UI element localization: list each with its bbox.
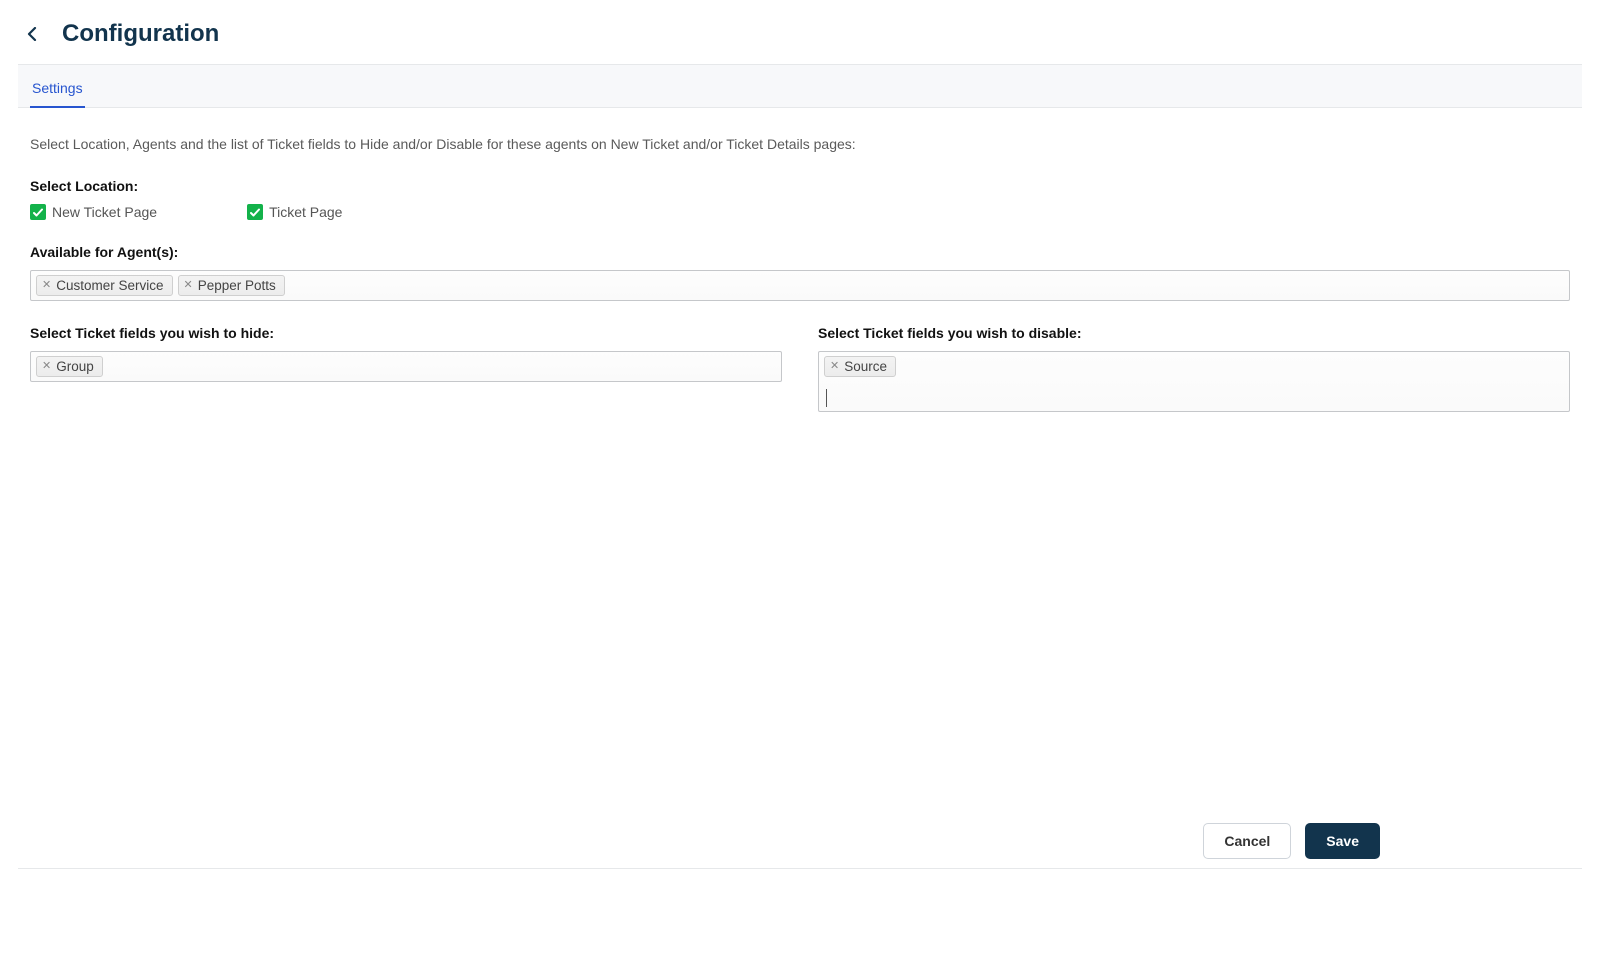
page-title: Configuration — [62, 20, 219, 48]
close-icon[interactable]: ✕ — [42, 280, 51, 291]
agents-tag-input[interactable]: ✕ Customer Service ✕ Pepper Potts — [30, 270, 1570, 301]
text-caret — [826, 389, 827, 407]
check-icon — [247, 204, 263, 220]
checkbox-label: New Ticket Page — [52, 204, 157, 220]
footer-actions: Cancel Save — [1203, 823, 1380, 859]
content-area: Select Location, Agents and the list of … — [18, 108, 1582, 412]
cancel-button[interactable]: Cancel — [1203, 823, 1291, 859]
tag-pepper-potts: ✕ Pepper Potts — [178, 275, 285, 296]
hide-fields-tag-input[interactable]: ✕ Group — [30, 351, 782, 382]
page-header: Configuration — [18, 16, 1582, 64]
disable-fields-label: Select Ticket fields you wish to disable… — [818, 325, 1570, 341]
checkbox-label: Ticket Page — [269, 204, 342, 220]
instruction-text: Select Location, Agents and the list of … — [30, 136, 1570, 152]
check-icon — [30, 204, 46, 220]
close-icon[interactable]: ✕ — [830, 361, 839, 372]
location-checkbox-row: New Ticket Page Ticket Page — [30, 204, 1570, 220]
hide-fields-label: Select Ticket fields you wish to hide: — [30, 325, 782, 341]
tag-group: ✕ Group — [36, 356, 103, 377]
close-icon[interactable]: ✕ — [184, 280, 193, 291]
tag-label: Customer Service — [56, 278, 163, 293]
tabs-bar: Settings — [18, 64, 1582, 108]
tag-label: Source — [844, 359, 887, 374]
back-button[interactable] — [24, 25, 42, 43]
checkbox-ticket-page[interactable]: Ticket Page — [247, 204, 342, 220]
tab-settings[interactable]: Settings — [30, 68, 85, 108]
tag-customer-service: ✕ Customer Service — [36, 275, 173, 296]
save-button[interactable]: Save — [1305, 823, 1380, 859]
close-icon[interactable]: ✕ — [42, 361, 51, 372]
checkbox-new-ticket-page[interactable]: New Ticket Page — [30, 204, 157, 220]
disable-fields-tag-input[interactable]: ✕ Source — [818, 351, 1570, 412]
select-location-label: Select Location: — [30, 178, 1570, 194]
tag-label: Pepper Potts — [198, 278, 276, 293]
chevron-left-icon — [27, 27, 39, 41]
footer-divider — [18, 868, 1582, 869]
tag-label: Group — [56, 359, 94, 374]
tag-source: ✕ Source — [824, 356, 896, 377]
available-agents-label: Available for Agent(s): — [30, 244, 1570, 260]
